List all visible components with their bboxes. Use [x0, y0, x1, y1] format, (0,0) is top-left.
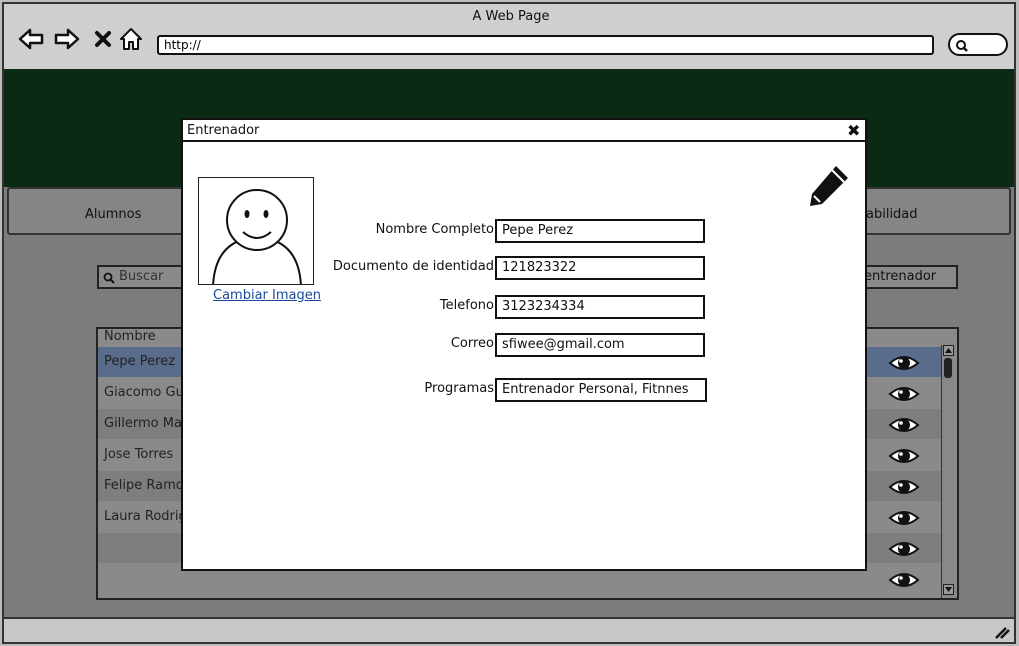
search-placeholder: Buscar — [119, 269, 164, 284]
scrollbar[interactable] — [941, 345, 955, 598]
home-icon[interactable] — [118, 26, 144, 52]
dialog-title: Entrenador — [187, 123, 260, 138]
tab-disponibilidad[interactable]: abilidad — [866, 207, 918, 222]
field-input[interactable]: 3123234334 — [495, 295, 705, 319]
browser-search-field[interactable] — [948, 33, 1008, 56]
forward-arrow-icon[interactable] — [54, 26, 80, 52]
field-label: Telefono — [439, 298, 494, 313]
resize-grip-icon[interactable] — [994, 625, 1010, 639]
field-input[interactable]: sfiwee@gmail.com — [495, 333, 705, 357]
browser-window: A Web Page http:// Alumnos abilidad Busc… — [0, 0, 1019, 646]
field-label: Nombre Completo — [375, 222, 494, 237]
column-header-nombre: Nombre — [104, 329, 156, 344]
close-icon[interactable]: ✖ — [847, 121, 860, 140]
scroll-up-icon[interactable] — [943, 345, 954, 356]
search-icon — [956, 40, 968, 52]
field-input[interactable]: 121823322 — [495, 256, 705, 280]
trainer-name-cell: Pepe Perez — [104, 354, 176, 369]
field-label: Programas — [424, 381, 494, 396]
search-icon — [103, 272, 115, 284]
status-bar — [2, 617, 1016, 644]
eye-icon[interactable] — [888, 477, 920, 497]
eye-icon[interactable] — [888, 570, 920, 590]
back-arrow-icon[interactable] — [18, 26, 44, 52]
field-label: Documento de identidad — [332, 259, 494, 274]
eye-icon[interactable] — [888, 415, 920, 435]
scroll-down-icon[interactable] — [943, 584, 954, 595]
window-title: A Web Page — [472, 9, 550, 24]
dialog-titlebar: Entrenador ✖ — [183, 120, 865, 142]
stop-x-icon[interactable] — [90, 26, 116, 52]
field-label: Correo — [450, 336, 494, 351]
scroll-thumb[interactable] — [944, 358, 952, 378]
eye-icon[interactable] — [888, 353, 920, 373]
user-avatar-icon — [212, 189, 302, 284]
eye-icon[interactable] — [888, 446, 920, 466]
browser-toolbar: A Web Page http:// — [2, 2, 1016, 69]
trainer-name-cell: Felipe Ramos — [104, 478, 191, 493]
trainer-dialog: Entrenador ✖ Cambiar Imagen Nombre Compl… — [181, 118, 867, 571]
search-input[interactable]: Buscar — [97, 265, 192, 289]
change-image-link[interactable]: Cambiar Imagen — [213, 288, 321, 303]
field-input[interactable]: Entrenador Personal, Fitnnes — [495, 378, 707, 402]
tab-alumnos[interactable]: Alumnos — [85, 207, 141, 222]
eye-icon[interactable] — [888, 539, 920, 559]
avatar — [198, 177, 314, 285]
eye-icon[interactable] — [888, 508, 920, 528]
pencil-icon[interactable] — [806, 162, 852, 208]
field-input[interactable]: Pepe Perez — [495, 219, 705, 243]
url-input[interactable]: http:// — [157, 35, 934, 55]
trainer-name-cell: Jose Torres — [104, 447, 174, 462]
add-trainer-button[interactable]: entrenador — [854, 265, 958, 289]
eye-icon[interactable] — [888, 384, 920, 404]
